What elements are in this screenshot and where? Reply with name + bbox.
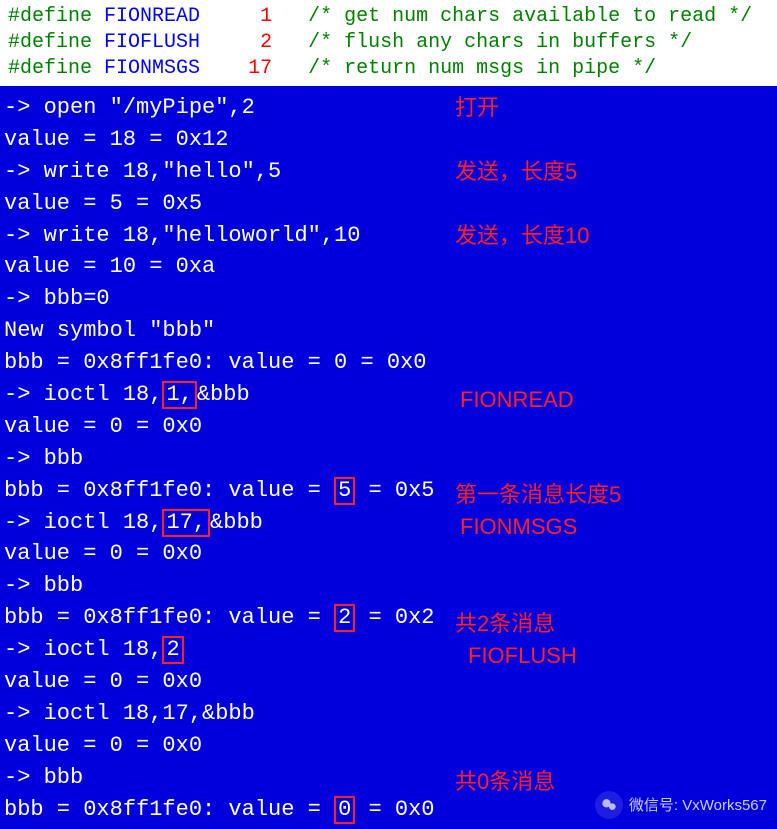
terminal-line: -> bbb — [4, 570, 773, 602]
macro-value: 17 — [248, 57, 272, 80]
line-post: = 0x2 — [355, 605, 434, 630]
terminal-line: -> write 18,"helloworld",10 — [4, 220, 773, 252]
highlighted-value: 5 — [334, 477, 355, 505]
highlighted-value: 1, — [162, 381, 196, 409]
highlighted-value: 17, — [162, 509, 210, 537]
code-header: #define FIONREAD 1 /* get num chars avai… — [0, 0, 777, 86]
terminal-output: -> open "/myPipe",2value = 18 = 0x12-> w… — [0, 86, 777, 829]
directive: #define — [8, 57, 92, 80]
line-post: &bbb — [197, 382, 250, 407]
line-post: = 0x5 — [355, 478, 434, 503]
annotation-label: 共2条消息 — [455, 608, 555, 640]
terminal-line: bbb = 0x8ff1fe0: value = 2 = 0x2 — [4, 602, 773, 634]
line-post: &bbb — [210, 510, 263, 535]
watermark-text: 微信号: VxWorks567 — [629, 795, 767, 817]
line-pre: bbb = 0x8ff1fe0: value = — [4, 478, 334, 503]
define-line-3: #define FIONMSGS 17 /* return num msgs i… — [8, 56, 769, 82]
directive: #define — [8, 31, 92, 54]
highlighted-value: 0 — [334, 796, 355, 824]
line-pre: bbb = 0x8ff1fe0: value = — [4, 797, 334, 822]
comment: /* return num msgs in pipe */ — [308, 57, 656, 80]
line-pre: -> ioctl 18, — [4, 637, 162, 662]
macro-value: 1 — [260, 5, 272, 28]
terminal-line: -> ioctl 18,17,&bbb — [4, 507, 773, 539]
terminal-line: value = 10 = 0xa — [4, 251, 773, 283]
terminal-line: bbb = 0x8ff1fe0: value = 5 = 0x5 — [4, 475, 773, 507]
terminal-line: value = 0 = 0x0 — [4, 666, 773, 698]
macro-value: 2 — [260, 31, 272, 54]
directive: #define — [8, 5, 92, 28]
terminal-line: value = 0 = 0x0 — [4, 411, 773, 443]
terminal-line: -> bbb — [4, 443, 773, 475]
terminal-line: bbb = 0x8ff1fe0: value = 0 = 0x0 — [4, 347, 773, 379]
macro-name: FIOFLUSH — [104, 31, 200, 54]
highlighted-value: 2 — [162, 636, 183, 664]
highlighted-value: 2 — [334, 604, 355, 632]
annotation-label: 发送，长度10 — [455, 220, 589, 252]
comment: /* get num chars available to read */ — [308, 5, 752, 28]
terminal-line: -> ioctl 18,2 — [4, 634, 773, 666]
annotation-label: 发送，长度5 — [455, 156, 577, 188]
annotation-label: FIOFLUSH — [468, 640, 577, 672]
terminal-line: -> ioctl 18,1,&bbb — [4, 379, 773, 411]
macro-name: FIONREAD — [104, 5, 200, 28]
define-line-1: #define FIONREAD 1 /* get num chars avai… — [8, 4, 769, 30]
comment: /* flush any chars in buffers */ — [308, 31, 692, 54]
terminal-line: -> write 18,"hello",5 — [4, 156, 773, 188]
wechat-icon — [595, 791, 623, 819]
line-post: = 0x0 — [355, 797, 434, 822]
terminal-line: value = 18 = 0x12 — [4, 124, 773, 156]
annotation-label: 打开 — [455, 92, 499, 124]
line-pre: -> ioctl 18, — [4, 510, 162, 535]
terminal-line: -> ioctl 18,17,&bbb — [4, 698, 773, 730]
terminal-line: New symbol "bbb" — [4, 315, 773, 347]
terminal-line: -> open "/myPipe",2 — [4, 92, 773, 124]
macro-name: FIONMSGS — [104, 57, 200, 80]
annotation-label: FIONREAD — [460, 384, 574, 416]
terminal-line: -> bbb — [4, 762, 773, 794]
terminal-line: value = 0 = 0x0 — [4, 730, 773, 762]
terminal-line: value = 5 = 0x5 — [4, 188, 773, 220]
terminal-line: -> bbb=0 — [4, 283, 773, 315]
watermark: 微信号: VxWorks567 — [595, 791, 767, 819]
define-line-2: #define FIOFLUSH 2 /* flush any chars in… — [8, 30, 769, 56]
terminal-line: value = 0 = 0x0 — [4, 538, 773, 570]
line-pre: -> ioctl 18, — [4, 382, 162, 407]
line-pre: bbb = 0x8ff1fe0: value = — [4, 605, 334, 630]
annotation-label: FIONMSGS — [460, 511, 577, 543]
annotation-label: 第一条消息长度5 — [455, 479, 621, 511]
